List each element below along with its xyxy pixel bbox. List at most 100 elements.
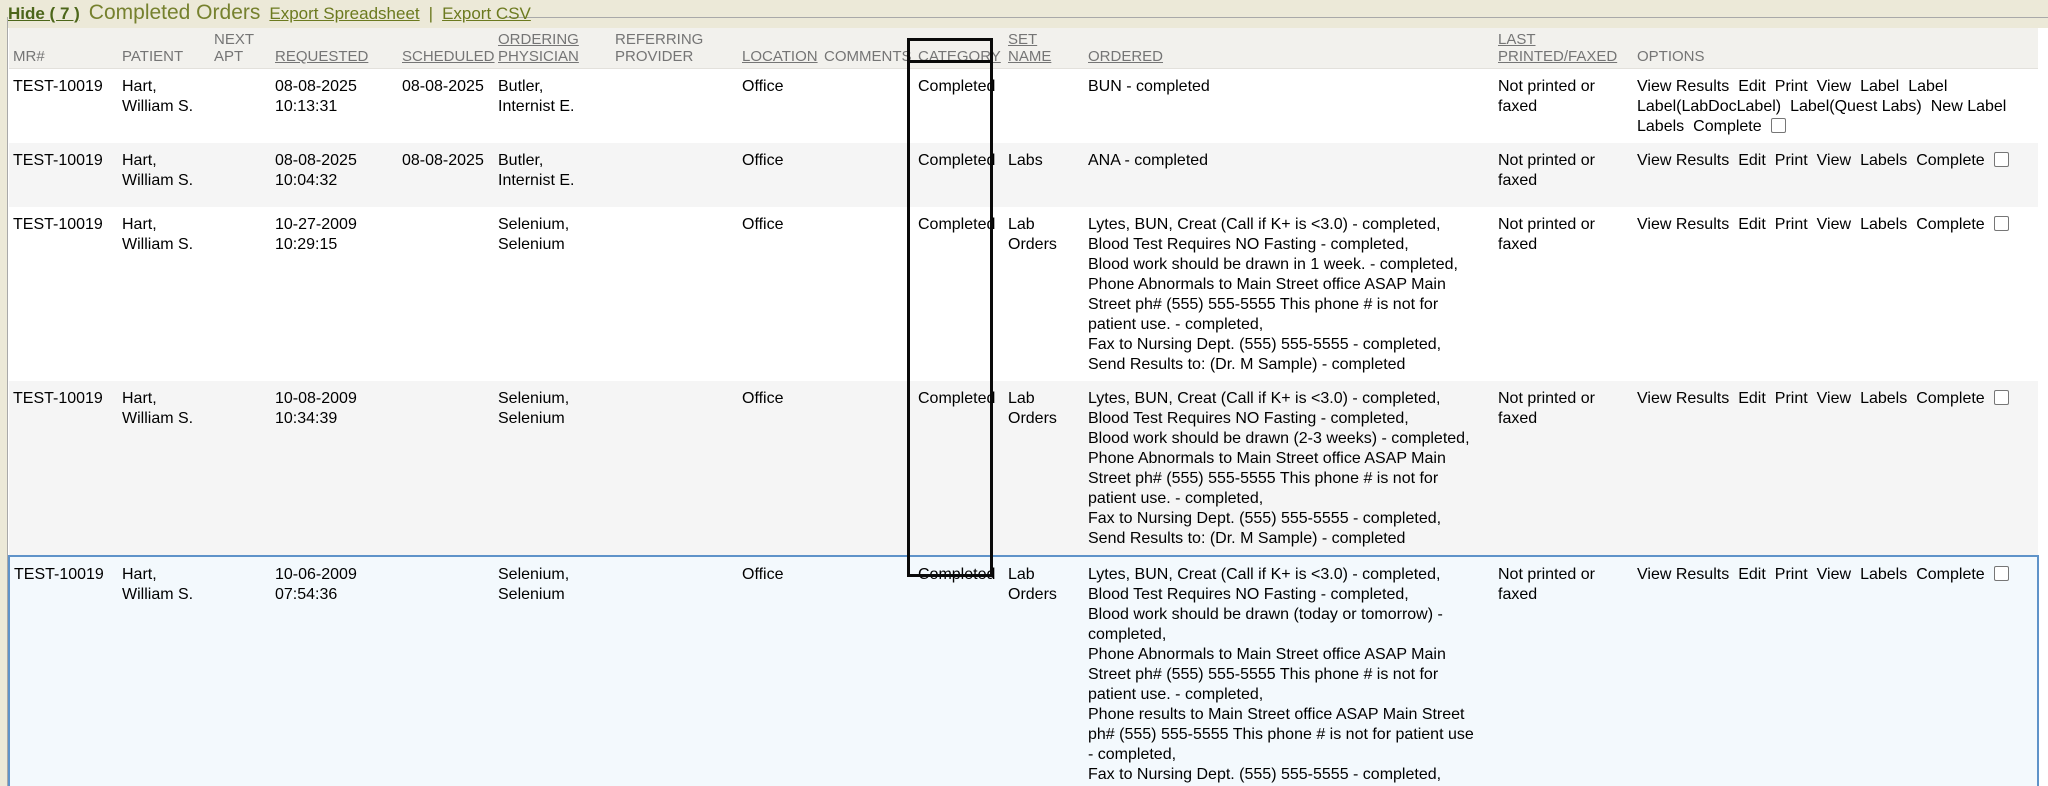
complete-checkbox[interactable] xyxy=(1994,152,2009,167)
option-print-link[interactable]: Print xyxy=(1775,565,1808,585)
cell-last-printed-faxed: Not printed or faxed xyxy=(1484,381,1621,556)
cell-ordered: Lytes, BUN, Creat (Call if K+ is <3.0) -… xyxy=(1078,381,1484,556)
option-label-link[interactable]: Label xyxy=(1860,77,1899,97)
column-header-label[interactable]: CATEGORY xyxy=(918,48,1001,65)
column-header-label[interactable]: LOCATION xyxy=(742,48,818,65)
page-title: Completed Orders xyxy=(89,1,261,25)
cell-mr: TEST-10019 xyxy=(9,143,118,207)
option-edit-link[interactable]: Edit xyxy=(1738,389,1766,409)
option-view-link[interactable]: View xyxy=(1817,77,1851,97)
option-label-labdoclabel-link[interactable]: Label(LabDocLabel) xyxy=(1637,97,1781,117)
ordered-item: Blood Test Requires NO Fasting - complet… xyxy=(1088,409,1476,429)
column-header-last-printed-faxed[interactable]: LAST PRINTED/FAXED xyxy=(1484,28,1621,69)
cell-set-name: Lab Orders xyxy=(1000,556,1078,786)
cell-scheduled: 08-08-2025 xyxy=(398,69,494,144)
ordered-item: Fax to Nursing Dept. (555) 555-5555 - co… xyxy=(1088,509,1476,529)
option-complete-link[interactable]: Complete xyxy=(1693,117,1761,137)
option-view-results-link[interactable]: View Results xyxy=(1637,215,1729,235)
cell-mr: TEST-10019 xyxy=(9,69,118,144)
complete-checkbox[interactable] xyxy=(1994,566,2009,581)
complete-checkbox[interactable] xyxy=(1994,216,2009,231)
cell-next-apt xyxy=(210,143,271,207)
cell-mr: TEST-10019 xyxy=(9,381,118,556)
option-labels-link[interactable]: Labels xyxy=(1637,117,1684,137)
ordered-item: Blood Test Requires NO Fasting - complet… xyxy=(1088,585,1476,605)
cell-ordered: Lytes, BUN, Creat (Call if K+ is <3.0) -… xyxy=(1078,207,1484,381)
column-header-label[interactable]: SCHEDULED xyxy=(402,48,495,65)
export-csv-link[interactable]: Export CSV xyxy=(442,4,531,24)
completed-orders-panel: MR#PATIENTNEXT APTREQUESTEDSCHEDULEDORDE… xyxy=(8,28,2048,786)
option-complete-link[interactable]: Complete xyxy=(1916,389,1984,409)
column-header-set-name[interactable]: SET NAME xyxy=(1000,28,1078,69)
complete-checkbox[interactable] xyxy=(1994,390,2009,405)
column-header-requested[interactable]: REQUESTED xyxy=(271,28,398,69)
column-header-label: PATIENT xyxy=(122,48,183,65)
option-label-quest-labs-link[interactable]: Label(Quest Labs) xyxy=(1790,97,1922,117)
option-print-link[interactable]: Print xyxy=(1775,215,1808,235)
option-print-link[interactable]: Print xyxy=(1775,389,1808,409)
option-print-link[interactable]: Print xyxy=(1775,151,1808,171)
column-header-location[interactable]: LOCATION xyxy=(738,28,820,69)
option-labels-link[interactable]: Labels xyxy=(1860,151,1907,171)
option-print-link[interactable]: Print xyxy=(1775,77,1808,97)
complete-checkbox[interactable] xyxy=(1771,118,1786,133)
column-header-next-apt: NEXT APT xyxy=(210,28,271,69)
option-edit-link[interactable]: Edit xyxy=(1738,565,1766,585)
option-complete-link[interactable]: Complete xyxy=(1916,215,1984,235)
option-labels-link[interactable]: Labels xyxy=(1860,389,1907,409)
cell-patient: Hart, William S. xyxy=(118,381,210,556)
cell-referring-provider xyxy=(611,381,738,556)
option-labels-link[interactable]: Labels xyxy=(1860,215,1907,235)
option-view-results-link[interactable]: View Results xyxy=(1637,77,1729,97)
cell-next-apt xyxy=(210,381,271,556)
option-label-link[interactable]: Label xyxy=(1908,77,1947,97)
option-view-link[interactable]: View xyxy=(1817,565,1851,585)
option-edit-link[interactable]: Edit xyxy=(1738,77,1766,97)
ordered-item: Phone Abnormals to Main Street office AS… xyxy=(1088,275,1476,335)
column-header-label[interactable]: ORDERING PHYSICIAN xyxy=(498,31,579,65)
column-header-category[interactable]: CATEGORY xyxy=(908,28,1000,69)
option-view-link[interactable]: View xyxy=(1817,151,1851,171)
option-labels-link[interactable]: Labels xyxy=(1860,565,1907,585)
ordered-item: Phone Abnormals to Main Street office AS… xyxy=(1088,449,1476,509)
cell-next-apt xyxy=(210,556,271,786)
cell-last-printed-faxed: Not printed or faxed xyxy=(1484,556,1621,786)
option-complete-link[interactable]: Complete xyxy=(1916,151,1984,171)
table-header-row: MR#PATIENTNEXT APTREQUESTEDSCHEDULEDORDE… xyxy=(9,28,2038,69)
column-header-ordering-physician[interactable]: ORDERING PHYSICIAN xyxy=(494,28,611,69)
column-header-ordered[interactable]: ORDERED xyxy=(1078,28,1484,69)
option-view-results-link[interactable]: View Results xyxy=(1637,565,1729,585)
option-edit-link[interactable]: Edit xyxy=(1738,215,1766,235)
cell-comments xyxy=(820,556,908,786)
cell-requested: 08-08-2025 10:04:32 xyxy=(271,143,398,207)
option-view-link[interactable]: View xyxy=(1817,215,1851,235)
ordered-item: Fax to Nursing Dept. (555) 555-5555 - co… xyxy=(1088,765,1476,785)
option-new-label-link[interactable]: New Label xyxy=(1931,97,2007,117)
cell-ordered: BUN - completed xyxy=(1078,69,1484,144)
option-complete-link[interactable]: Complete xyxy=(1916,565,1984,585)
panel-legend: Hide ( 7 ) Completed Orders Export Sprea… xyxy=(8,1,531,25)
export-spreadsheet-link[interactable]: Export Spreadsheet xyxy=(269,4,419,24)
cell-patient: Hart, William S. xyxy=(118,143,210,207)
option-view-results-link[interactable]: View Results xyxy=(1637,389,1729,409)
table-row-selected: TEST-10019Hart, William S.10-06-2009 07:… xyxy=(9,556,2038,786)
cell-ordering-physician: Selenium, Selenium xyxy=(494,556,611,786)
option-view-link[interactable]: View xyxy=(1817,389,1851,409)
ordered-item: Lytes, BUN, Creat (Call if K+ is <3.0) -… xyxy=(1088,389,1476,409)
cell-comments xyxy=(820,69,908,144)
option-view-results-link[interactable]: View Results xyxy=(1637,151,1729,171)
ordered-item: Fax to Nursing Dept. (555) 555-5555 - co… xyxy=(1088,335,1476,355)
column-header-label[interactable]: SET NAME xyxy=(1008,31,1051,65)
column-header-scheduled[interactable]: SCHEDULED xyxy=(398,28,494,69)
column-header-label[interactable]: ORDERED xyxy=(1088,48,1163,65)
column-header-referring-provider: REFERRING PROVIDER xyxy=(611,28,738,69)
ordered-item: Phone Abnormals to Main Street office AS… xyxy=(1088,645,1476,705)
column-header-label[interactable]: LAST PRINTED/FAXED xyxy=(1498,31,1617,65)
hide-toggle-link[interactable]: Hide ( 7 ) xyxy=(8,4,80,24)
option-edit-link[interactable]: Edit xyxy=(1738,151,1766,171)
cell-options: View Results Edit Print View Labels Complete xyxy=(1621,207,2038,381)
cell-requested: 08-08-2025 10:13:31 xyxy=(271,69,398,144)
cell-location: Office xyxy=(738,207,820,381)
column-header-label[interactable]: REQUESTED xyxy=(275,48,368,65)
cell-requested: 10-27-2009 10:29:15 xyxy=(271,207,398,381)
